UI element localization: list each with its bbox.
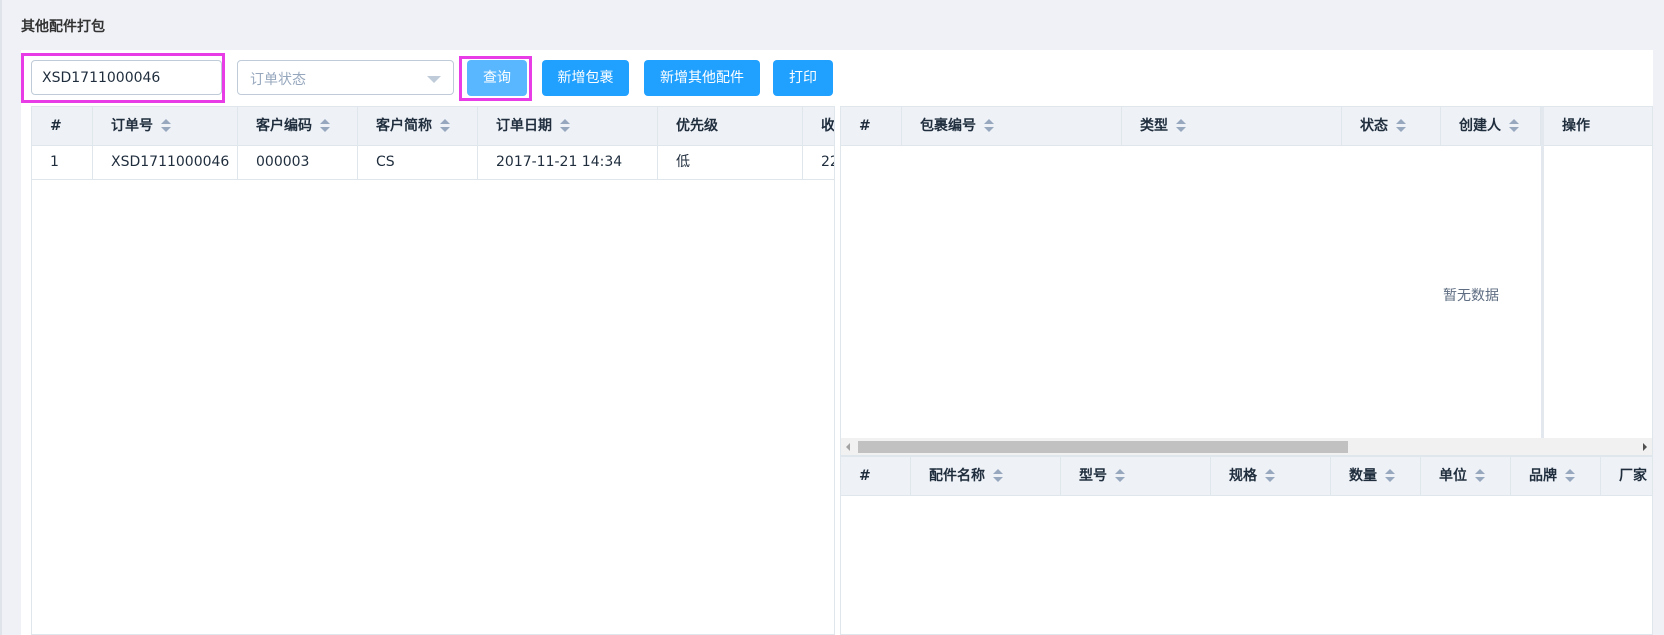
orders-col-receiver: 收 <box>821 118 835 134</box>
orders-col-index: # <box>32 107 93 145</box>
page-title: 其他配件打包 <box>21 19 105 35</box>
sort-icon[interactable] <box>320 119 330 133</box>
orders-col-customer-short[interactable]: 客户简称 <box>358 107 478 145</box>
packages-col-index: # <box>841 107 902 145</box>
sort-icon[interactable] <box>560 119 570 133</box>
orders-table-header: # 订单号 客户编码 客户简称 订单日期 优先级 收 <box>32 107 834 146</box>
sort-icon[interactable] <box>1396 119 1406 133</box>
parts-table-header: # 配件名称 型号 规格 数量 单位 品牌 厂家 <box>841 457 1652 496</box>
orders-col-priority: 优先级 <box>658 107 803 145</box>
sort-icon[interactable] <box>1265 469 1275 483</box>
sort-icon[interactable] <box>1176 119 1186 133</box>
sort-icon[interactable] <box>1565 469 1575 483</box>
order-status-select[interactable]: 订单状态 <box>237 60 454 95</box>
order-date-cell: 2017-11-21 14:34 <box>478 146 658 179</box>
sort-icon[interactable] <box>1475 469 1485 483</box>
parts-col-spec[interactable]: 规格 <box>1211 457 1331 495</box>
order-status-placeholder: 订单状态 <box>250 72 306 88</box>
query-button[interactable]: 查询 <box>467 60 527 96</box>
orders-col-order-no[interactable]: 订单号 <box>93 107 238 145</box>
order-number-cell: XSD1711000046 <box>93 146 238 179</box>
parts-col-unit[interactable]: 单位 <box>1421 457 1511 495</box>
parts-col-model[interactable]: 型号 <box>1061 457 1211 495</box>
empty-state-text: 暂无数据 <box>1443 288 1499 304</box>
sort-icon[interactable] <box>1385 469 1395 483</box>
sort-icon[interactable] <box>993 469 1003 483</box>
orders-table: # 订单号 客户编码 客户简称 订单日期 优先级 收 1 XSD17110000… <box>31 106 835 635</box>
packages-col-actions: 操作 <box>1562 118 1590 134</box>
horizontal-scrollbar[interactable] <box>841 438 1652 455</box>
parts-col-manufacturer: 厂家 <box>1619 468 1647 484</box>
packages-table: # 包裹编号 类型 状态 创建人 操作 暂无数据 <box>840 106 1653 456</box>
orders-col-customer-code[interactable]: 客户编码 <box>238 107 358 145</box>
packages-col-status[interactable]: 状态 <box>1342 107 1441 145</box>
packages-col-type[interactable]: 类型 <box>1122 107 1342 145</box>
scrollbar-thumb[interactable] <box>858 441 1348 453</box>
parts-col-part-name[interactable]: 配件名称 <box>911 457 1061 495</box>
parts-col-brand[interactable]: 品牌 <box>1511 457 1601 495</box>
table-row[interactable]: 1 XSD1711000046 000003 CS 2017-11-21 14:… <box>32 146 834 180</box>
parts-table: # 配件名称 型号 规格 数量 单位 品牌 厂家 <box>840 456 1653 635</box>
priority-cell: 低 <box>658 146 803 179</box>
add-package-button[interactable]: 新增包裹 <box>542 60 629 96</box>
sort-icon[interactable] <box>1509 119 1519 133</box>
sort-icon[interactable] <box>161 119 171 133</box>
chevron-down-icon <box>427 76 441 83</box>
order-number-input[interactable] <box>31 60 222 95</box>
fixed-column-divider <box>1541 107 1544 438</box>
orders-col-order-date[interactable]: 订单日期 <box>478 107 658 145</box>
scroll-left-icon[interactable] <box>846 443 850 451</box>
packages-table-header: # 包裹编号 类型 状态 创建人 操作 <box>841 107 1652 146</box>
order-index-cell: 1 <box>32 146 93 179</box>
packages-col-package-no[interactable]: 包裹编号 <box>902 107 1122 145</box>
add-other-parts-button[interactable]: 新增其他配件 <box>644 60 760 96</box>
sort-icon[interactable] <box>440 119 450 133</box>
packages-col-creator[interactable]: 创建人 <box>1441 107 1541 145</box>
parts-col-index: # <box>841 457 911 495</box>
customer-code-cell: 000003 <box>238 146 358 179</box>
receiver-cell: 22 <box>821 154 834 170</box>
parts-col-quantity[interactable]: 数量 <box>1331 457 1421 495</box>
left-edge <box>0 0 2 635</box>
customer-short-cell: CS <box>358 146 478 179</box>
sort-icon[interactable] <box>1115 469 1125 483</box>
print-button[interactable]: 打印 <box>773 60 833 96</box>
sort-icon[interactable] <box>984 119 994 133</box>
scroll-right-icon[interactable] <box>1643 443 1647 451</box>
